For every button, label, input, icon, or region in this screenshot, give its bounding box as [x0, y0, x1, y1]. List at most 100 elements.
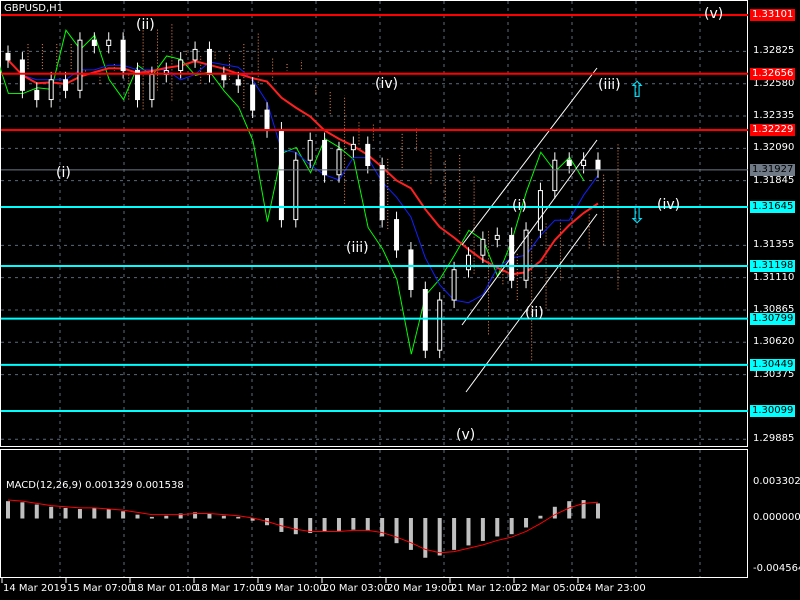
wave-label: (ii): [136, 17, 155, 33]
candle-body: [408, 249, 414, 291]
time-tick-label: 21 Mar 12:00: [451, 583, 518, 594]
macd-histogram-bar: [408, 518, 413, 550]
price-tick-label: 1.29885: [753, 433, 795, 445]
candle-body: [135, 70, 141, 101]
candle-body: [566, 159, 572, 167]
level-price-tag: 1.31198: [750, 260, 796, 273]
macd-histogram-bar: [236, 516, 241, 519]
macd-histogram-bar: [524, 518, 529, 528]
macd-histogram-bar: [480, 518, 485, 541]
channel-line: [461, 139, 598, 326]
level-price-tag: 1.31645: [750, 201, 796, 214]
candle-body: [106, 39, 112, 46]
macd-histogram-bar: [20, 502, 25, 519]
macd-signal-line: [7, 499, 599, 554]
candle-body: [379, 165, 385, 221]
wave-label: (i): [512, 198, 527, 214]
candle-body: [77, 39, 83, 91]
macd-histogram-bar: [365, 518, 370, 531]
chart-title: GBPUSD,H1: [4, 3, 64, 14]
level-price-tag: 1.32656: [750, 67, 796, 80]
macd-histogram-bar: [596, 503, 600, 519]
time-tick-label: 14 Mar 2019: [3, 583, 67, 594]
macd-histogram-bar: [164, 515, 169, 519]
macd-histogram-bar: [207, 513, 212, 519]
arrow-down-icon: ⇩: [628, 204, 647, 229]
candle-body: [422, 289, 428, 351]
macd-histogram-bar: [135, 514, 140, 519]
price-tick-label: 1.30620: [753, 336, 795, 348]
macd-histogram-bar: [49, 506, 54, 519]
macd-histogram-bar: [351, 518, 356, 530]
wave-label: (iii): [346, 240, 369, 256]
price-tick-label: 1.31355: [753, 239, 795, 251]
candle-body: [221, 73, 227, 81]
candle-body: [437, 299, 443, 351]
macd-tick-label: 0.003302: [753, 476, 800, 487]
time-tick-label: 15 Mar 07:00: [67, 583, 134, 594]
wave-label: (iv): [657, 197, 681, 213]
level-price-tag: 1.33101: [750, 9, 796, 21]
macd-histogram-bar: [552, 506, 557, 519]
time-tick-label: 20 Mar 19:00: [387, 583, 454, 594]
macd-histogram-bar: [466, 518, 471, 546]
chart-window[interactable]: GBPUSD,H1 MACD(12,26,9) 0.001329 0.00153…: [0, 0, 800, 600]
candle-body: [34, 89, 40, 101]
time-tick-label: 19 Mar 10:00: [259, 583, 326, 594]
candle-body: [336, 149, 342, 176]
candle-body: [192, 48, 198, 61]
macd-histogram-bar: [495, 518, 500, 537]
macd-histogram-bar: [509, 518, 514, 535]
level-price-tag: 1.31927: [750, 163, 796, 176]
chikou-line: [0, 29, 585, 355]
level-price-tag: 1.30799: [750, 312, 796, 325]
candle-body: [19, 59, 25, 91]
macd-tick-label: -0.004564: [753, 563, 800, 575]
macd-histogram-bar: [538, 515, 543, 519]
candle-body: [178, 59, 184, 72]
candle-body: [480, 238, 486, 256]
time-tick-label: 22 Mar 05:00: [515, 583, 582, 594]
time-tick-label: 24 Mar 23:00: [579, 583, 646, 594]
candle-body: [494, 234, 500, 240]
candle-body: [120, 39, 126, 72]
candle-body: [537, 190, 543, 231]
candle-body: [451, 269, 457, 301]
macd-histogram-bar: [452, 518, 457, 550]
candle-body: [48, 79, 54, 101]
macd-histogram-bar: [380, 518, 385, 537]
candle-body: [293, 159, 299, 221]
macd-histogram-bar: [293, 518, 298, 535]
price-tick-label: 1.31845: [753, 174, 795, 186]
candle-body: [552, 159, 558, 192]
macd-histogram-bar: [336, 518, 341, 531]
macd-histogram-bar: [106, 509, 111, 519]
level-price-tag: 1.30099: [750, 404, 796, 417]
macd-histogram-bar: [394, 518, 399, 544]
candle-body: [149, 73, 155, 101]
candle-body: [250, 84, 256, 111]
candle-body: [206, 48, 212, 75]
time-tick-label: 20 Mar 03:00: [323, 583, 390, 594]
wave-label: (iv): [375, 76, 399, 92]
macd-panel-frame: [0, 449, 748, 578]
macd-histogram-bar: [77, 509, 82, 519]
wave-label: (i): [56, 165, 71, 181]
macd-histogram-bar: [423, 518, 428, 558]
macd-histogram-bar: [149, 516, 154, 519]
candle-body: [394, 219, 400, 251]
candle-body: [91, 39, 97, 46]
macd-histogram-bar: [121, 511, 126, 519]
candle-body: [235, 79, 241, 86]
price-tick-label: 1.32335: [753, 110, 795, 122]
price-tick-label: 1.32090: [753, 142, 795, 154]
macd-histogram-bar: [221, 515, 226, 519]
price-chart[interactable]: [0, 0, 800, 600]
macd-histogram-bar: [437, 518, 442, 556]
candle-body: [465, 254, 471, 271]
candle-body: [264, 109, 270, 131]
macd-histogram-bar: [63, 507, 68, 519]
level-price-tag: 1.32229: [750, 124, 796, 137]
macd-histogram-bar: [34, 504, 39, 519]
arrow-up-icon: ⇧: [628, 78, 647, 103]
